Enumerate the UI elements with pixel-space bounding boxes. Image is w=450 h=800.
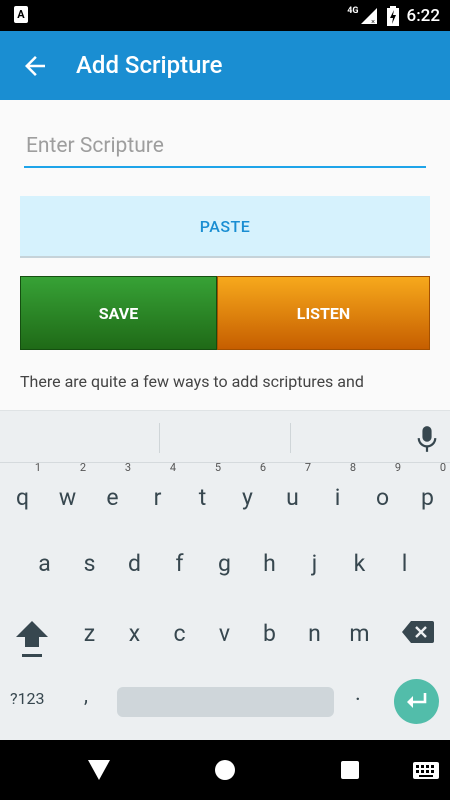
key-s[interactable]: s	[67, 539, 112, 589]
key-g[interactable]: g	[202, 539, 247, 589]
key-hint-number: 4	[169, 461, 176, 474]
key-hint-number: 1	[34, 461, 41, 474]
key-w[interactable]: w2	[45, 461, 90, 523]
key-h[interactable]: h	[247, 539, 292, 589]
key-j[interactable]: j	[292, 539, 337, 589]
key-t[interactable]: t5	[180, 461, 225, 523]
key-l[interactable]: l	[382, 539, 427, 589]
comma-key[interactable]: ,	[84, 683, 88, 707]
nav-recents-icon[interactable]	[341, 761, 359, 779]
save-button[interactable]: SAVE	[20, 276, 217, 350]
signal-icon: ×	[360, 7, 377, 24]
app-bar: Add Scripture	[0, 31, 450, 100]
suggestion-strip	[0, 411, 450, 463]
key-hint-number: 7	[304, 461, 311, 474]
battery-icon	[386, 5, 399, 26]
nav-home-icon[interactable]	[215, 760, 235, 780]
key-y[interactable]: y6	[225, 461, 270, 523]
microphone-icon[interactable]	[416, 425, 438, 453]
status-icons: 4G × 6:22	[347, 0, 440, 31]
nav-back-icon[interactable]	[88, 760, 110, 780]
status-bar: A 4G × 6:22	[0, 0, 450, 31]
listen-button[interactable]: LISTEN	[217, 276, 430, 350]
key-c[interactable]: c	[157, 609, 202, 659]
key-hint-number: 3	[124, 461, 131, 474]
app-notification-icon: A	[14, 6, 28, 23]
key-p[interactable]: p0	[405, 461, 450, 523]
key-hint-number: 0	[439, 461, 446, 474]
symbols-key[interactable]: ?123	[10, 689, 45, 708]
key-a[interactable]: a	[22, 539, 67, 589]
key-f[interactable]: f	[157, 539, 202, 589]
suggestion-divider	[290, 423, 291, 453]
key-d[interactable]: d	[112, 539, 157, 589]
key-b[interactable]: b	[247, 609, 292, 659]
key-r[interactable]: r4	[135, 461, 180, 523]
page-title: Add Scripture	[76, 51, 223, 79]
soft-keyboard: q1w2e3r4t5y6u7i8o9p0 asdfghjkl zxcvbnm ?…	[0, 410, 450, 740]
key-o[interactable]: o9	[360, 461, 405, 523]
add-scripture-form: Enter Scripture PASTE SAVE LISTEN There …	[0, 100, 450, 410]
keyboard-switch-icon[interactable]	[413, 762, 439, 779]
help-text: There are quite a few ways to add script…	[20, 372, 364, 391]
shift-icon[interactable]	[14, 619, 50, 659]
svg-text:×: ×	[371, 19, 375, 24]
key-k[interactable]: k	[337, 539, 382, 589]
arrow-back-icon[interactable]	[20, 51, 50, 81]
scripture-input[interactable]: Enter Scripture	[24, 130, 426, 168]
key-x[interactable]: x	[112, 609, 157, 659]
key-hint-number: 5	[214, 461, 221, 474]
key-n[interactable]: n	[292, 609, 337, 659]
system-nav-bar	[0, 740, 450, 800]
key-u[interactable]: u7	[270, 461, 315, 523]
space-bar[interactable]	[117, 687, 334, 717]
clock: 6:22	[406, 5, 440, 26]
key-v[interactable]: v	[202, 609, 247, 659]
network-type: 4G	[347, 5, 359, 16]
period-key[interactable]: .	[355, 681, 361, 706]
backspace-icon[interactable]	[402, 621, 434, 643]
key-hint-number: 9	[394, 461, 401, 474]
key-m[interactable]: m	[337, 609, 382, 659]
enter-key[interactable]	[394, 679, 439, 724]
enter-icon	[407, 693, 427, 708]
key-hint-number: 8	[349, 461, 356, 474]
key-q[interactable]: q1	[0, 461, 45, 523]
suggestion-divider	[159, 423, 160, 453]
paste-button[interactable]: PASTE	[20, 196, 430, 258]
key-hint-number: 6	[259, 461, 266, 474]
key-i[interactable]: i8	[315, 461, 360, 523]
key-e[interactable]: e3	[90, 461, 135, 523]
key-hint-number: 2	[79, 461, 86, 474]
key-z[interactable]: z	[67, 609, 112, 659]
